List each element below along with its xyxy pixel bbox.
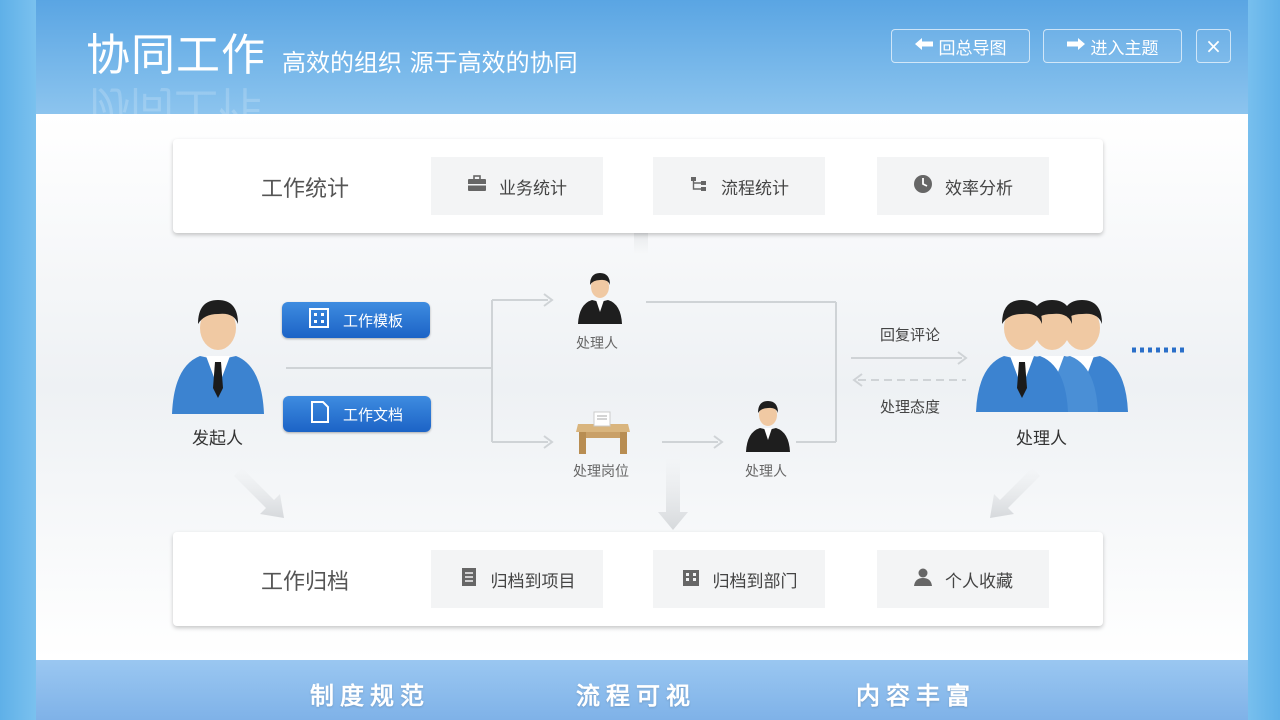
handler-mid-label: 处理人 [745,464,787,480]
arrow-right-icon [1066,36,1085,56]
back-to-map-label: 回总导图 [938,38,1007,59]
business-stats-label: 业务统计 [499,178,567,199]
footer-bar: 制度规范 流程可视 内容丰富 [36,660,1248,720]
stats-panel-title: 工作统计 [261,177,350,202]
personal-favorites-label: 个人收藏 [945,571,1013,592]
work-template-label: 工作模板 [342,311,403,330]
page-subtitle: 高效的组织 源于高效的协同 [282,49,578,77]
work-template-button[interactable]: 工作模板 [282,302,430,338]
reply-comment-label: 回复评论 [880,326,941,344]
footer-item-rich-content: 内容丰富 [856,682,976,710]
flow-stats-tile[interactable]: 流程统计 [653,157,825,215]
content-area: 工作统计 业务统计 流程统计 效率分析 发起人 工作模板 工作文档 处理人 处理… [36,114,1248,660]
app-frame: 协同工作 高效的组织 源于高效的协同 协同工作 回总导图 进入主题 × 工作统计… [36,0,1248,720]
handler-top-label: 处理人 [576,336,618,352]
handler-mid-avatar [745,398,791,456]
close-button[interactable]: × [1196,29,1231,63]
grid-icon [308,308,329,332]
handler-top-avatar [577,270,623,328]
work-document-button[interactable]: 工作文档 [283,396,431,432]
arrow-left-icon [914,36,933,56]
flow-icon [689,174,709,199]
stats-panel: 工作统计 业务统计 流程统计 效率分析 [173,139,1103,233]
business-stats-tile[interactable]: 业务统计 [431,157,603,215]
archive-panel-title: 工作归档 [261,570,350,595]
handler-group-label: 处理人 [1016,429,1067,449]
document-icon [459,567,479,592]
archive-to-department-label: 归档到部门 [712,571,798,592]
efficiency-analysis-label: 效率分析 [945,178,1013,199]
header: 协同工作 高效的组织 源于高效的协同 协同工作 回总导图 进入主题 × [36,0,1248,132]
briefcase-icon [467,174,487,199]
personal-favorites-tile[interactable]: 个人收藏 [877,550,1049,608]
enter-topic-button[interactable]: 进入主题 [1043,29,1182,63]
efficiency-analysis-tile[interactable]: 效率分析 [877,157,1049,215]
initiator-avatar [170,292,266,418]
footer-item-standards: 制度规范 [310,682,430,710]
desk-icon [574,410,632,460]
footer-item-visible-flow: 流程可视 [576,682,696,710]
flow-stats-label: 流程统计 [721,178,789,199]
archive-to-project-tile[interactable]: 归档到项目 [431,550,603,608]
enter-topic-label: 进入主题 [1090,38,1159,59]
archive-to-project-label: 归档到项目 [490,571,576,592]
handling-attitude-label: 处理态度 [880,398,941,416]
person-icon [913,567,933,592]
handler-group-avatar [974,292,1130,416]
building-icon [681,567,701,592]
clock-icon [913,174,933,199]
initiator-label: 发起人 [192,429,243,449]
close-icon: × [1205,34,1222,58]
archive-to-department-tile[interactable]: 归档到部门 [653,550,825,608]
post-label: 处理岗位 [573,464,629,480]
archive-panel: 工作归档 归档到项目 归档到部门 个人收藏 [173,532,1103,626]
back-to-map-button[interactable]: 回总导图 [891,29,1030,63]
document-icon [310,401,329,427]
work-document-label: 工作文档 [342,405,403,424]
page-title: 协同工作 [86,30,266,81]
